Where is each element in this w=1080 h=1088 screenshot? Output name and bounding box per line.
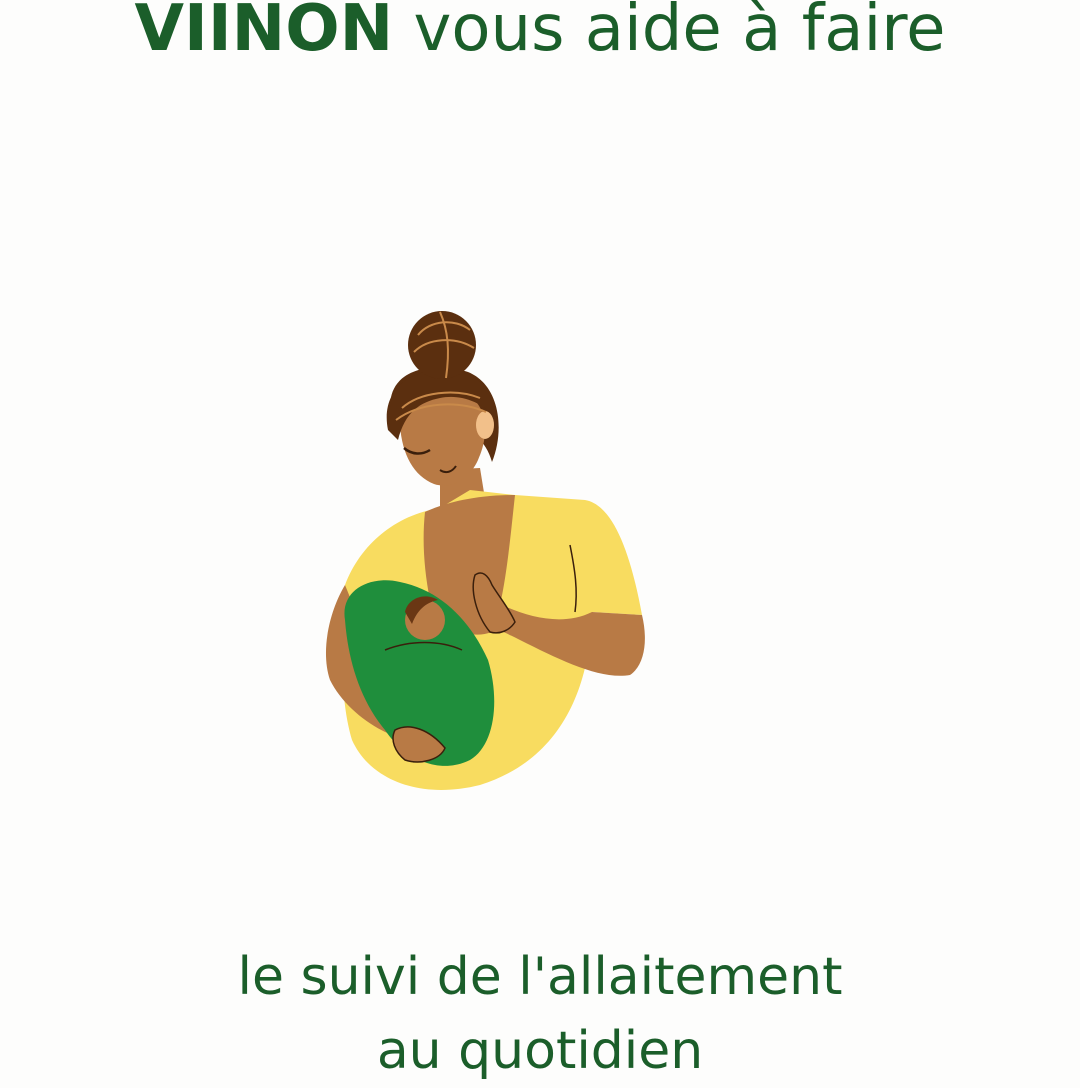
ear [476, 411, 494, 439]
breastfeeding-mother-illustration [325, 311, 645, 790]
hair-bun [408, 311, 476, 379]
headline: VIINON vous aide à faire [0, 0, 1080, 72]
caption-line-1: le suivi de l'allaitement [237, 947, 843, 1007]
brand-name: VIINON [134, 0, 394, 66]
headline-text: vous aide à faire [393, 0, 946, 66]
caption: le suivi de l'allaitement au quotidien [0, 940, 1080, 1088]
caption-line-2: au quotidien [376, 1021, 704, 1081]
